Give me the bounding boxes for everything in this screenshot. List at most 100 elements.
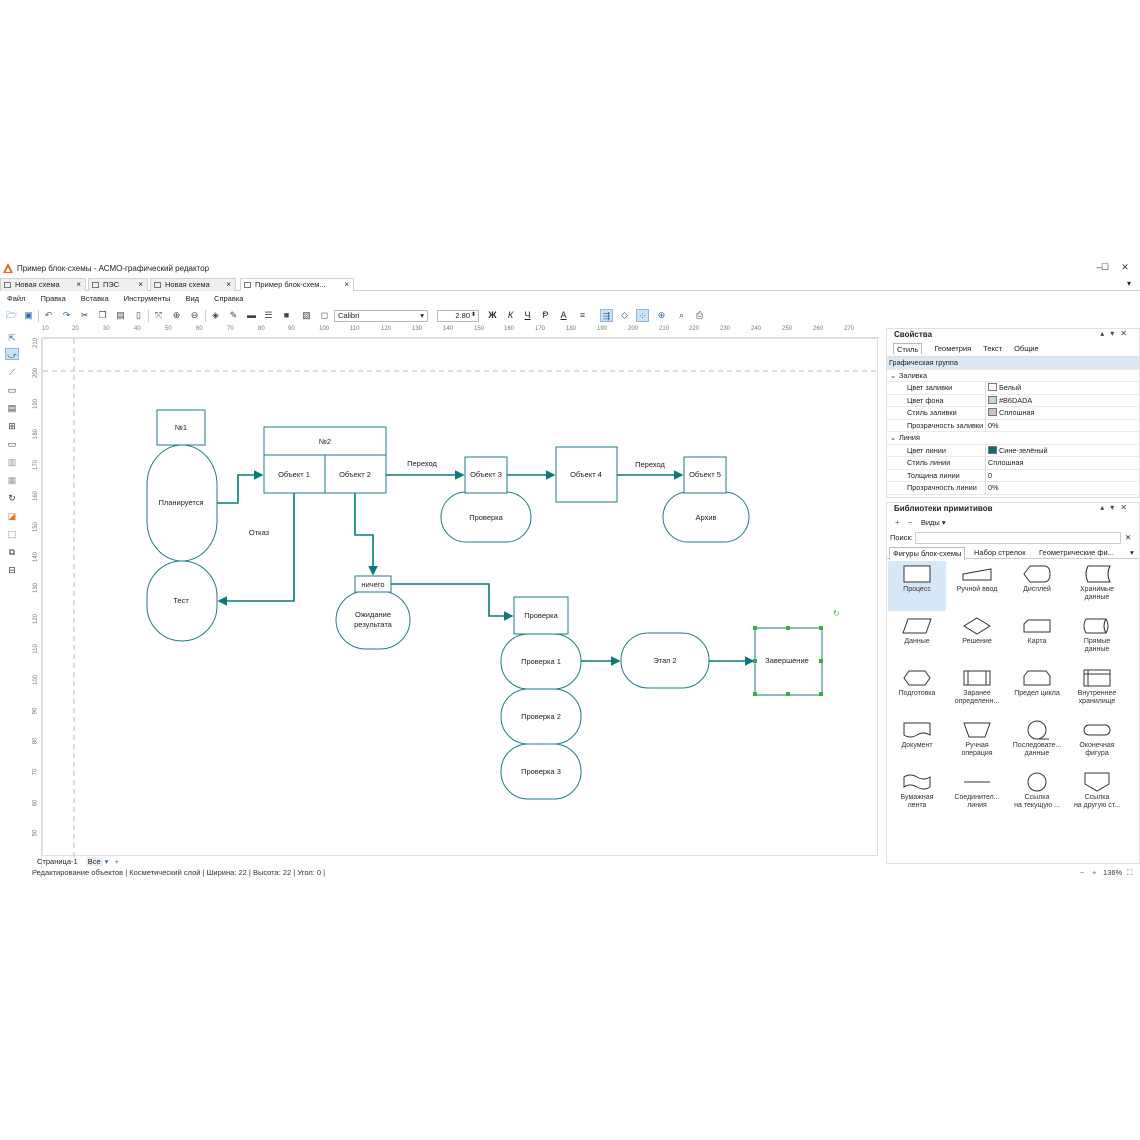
align-tool-icon[interactable]: ⊟ (5, 564, 19, 576)
menu-view[interactable]: Вид (185, 293, 199, 305)
shape-paper-tape[interactable]: Бумажная лента (888, 769, 946, 819)
bold-button[interactable]: Ж (486, 309, 499, 322)
shape-internal-storage[interactable]: Внутреннее хранилище (1068, 665, 1126, 715)
frame-tool-icon[interactable]: ▭ (5, 438, 19, 450)
tab-style[interactable]: Стиль (893, 343, 923, 354)
copy-icon[interactable]: ❐ (96, 309, 109, 322)
chevron-down-icon[interactable]: ▾ (105, 857, 109, 866)
delete-icon[interactable]: ▯ (132, 309, 145, 322)
rotate-handle-icon[interactable]: ↻ (833, 609, 840, 618)
shape-direct-data[interactable]: Прямые данные (1068, 613, 1126, 663)
panel-controls[interactable]: ▴▾✕ (1100, 503, 1133, 512)
close-icon[interactable]: × (226, 279, 231, 291)
prop-row-line-color[interactable]: Цвет линии Сине-зелёный (887, 444, 1139, 457)
strike-button[interactable]: Ᵽ (539, 309, 552, 322)
prop-row-line-width[interactable]: Толщина линии 0 (887, 469, 1139, 482)
close-window-button[interactable]: ✕ (1118, 262, 1132, 273)
tab-geometric[interactable]: Геометрические фи... (1039, 547, 1114, 559)
page-filter[interactable]: Все (85, 857, 103, 866)
rectangle-tool-icon[interactable]: ▭ (5, 384, 19, 396)
zoom-in-button[interactable]: + (1092, 867, 1096, 879)
table-tool-icon[interactable]: ⊞ (5, 420, 19, 432)
prop-row-fill[interactable]: ⌄ Заливка (887, 370, 1139, 382)
font-size-input[interactable]: 2.80 ⬍ (437, 310, 479, 322)
tabs-chevron-down-icon[interactable]: ▾ (1130, 547, 1134, 559)
save-icon[interactable]: ▣ (22, 309, 35, 322)
font-family-select[interactable]: Calibri ▾ (334, 310, 428, 322)
chevron-down-icon[interactable]: ⌄ (890, 432, 896, 445)
add-page-button[interactable]: + (115, 857, 119, 866)
shape-terminator[interactable]: Оконечная фигура (1068, 717, 1126, 767)
remove-library-button[interactable]: − (908, 518, 913, 527)
shape-display[interactable]: Дисплей (1008, 561, 1066, 611)
menu-insert[interactable]: Вставка (81, 293, 109, 305)
shape-on-page-ref[interactable]: Ссылка на текущую ... (1008, 769, 1066, 819)
shadow-icon[interactable]: ■ (280, 309, 293, 322)
fit-page-icon[interactable]: ⤧ (152, 309, 165, 322)
print-icon[interactable]: ⎙ (693, 309, 706, 322)
menu-tools[interactable]: Инструменты (124, 293, 171, 305)
text-box-icon[interactable]: ▧ (300, 309, 313, 322)
search-icon[interactable]: ⌕ (675, 309, 688, 322)
prop-row-line[interactable]: ⌄ Линия (887, 432, 1139, 445)
prop-row-fill-style[interactable]: Стиль заливки Сплошная (887, 407, 1139, 420)
paste-icon[interactable]: ▤ (114, 309, 127, 322)
target-icon[interactable]: ⊕ (655, 309, 668, 322)
drawing-canvas[interactable]: №1 Планируется Тест №2 Объект 1 Объект 2… (42, 338, 879, 857)
shape-decision[interactable]: Решение (948, 613, 1006, 663)
prop-row-line-opacity[interactable]: Прозрачность линии 0% (887, 482, 1139, 495)
tabs-dropdown-icon[interactable]: ▾ (1127, 279, 1131, 288)
tab-text[interactable]: Текст (983, 343, 1002, 354)
shape-loop-limit[interactable]: Предел цикла (1008, 665, 1066, 715)
tab-arrows[interactable]: Набор стрелок (974, 547, 1026, 559)
properties-group-row[interactable]: Графическая группа (887, 357, 1139, 370)
tab-general[interactable]: Общие (1014, 343, 1039, 354)
italic-button[interactable]: К (504, 309, 517, 322)
prop-row-fill-opacity[interactable]: Прозрачность заливки 0% (887, 419, 1139, 432)
edit-nodes-icon[interactable]: ⤻ (5, 348, 19, 360)
shape-preparation[interactable]: Подготовка (888, 665, 946, 715)
spinner-icon[interactable]: ⬍ (471, 310, 476, 320)
menu-help[interactable]: Справка (214, 293, 243, 305)
close-icon[interactable]: × (138, 279, 143, 291)
line-width-icon[interactable]: ▬ (245, 309, 258, 322)
prop-row-fill-color[interactable]: Цвет заливки Белый (887, 382, 1139, 395)
flowchart-diagram[interactable]: №1 Планируется Тест №2 Объект 1 Объект 2… (43, 339, 879, 857)
tab-new-schema-1[interactable]: Новая схема × (0, 278, 86, 291)
shape-stored-data[interactable]: Хранимые данные (1068, 561, 1126, 611)
fill-color-icon[interactable]: ◈ (209, 309, 222, 322)
underline-button[interactable]: Ч (521, 309, 534, 322)
shape-document[interactable]: Документ (888, 717, 946, 767)
shape-card[interactable]: Карта (1008, 613, 1066, 663)
shape-process[interactable]: Процесс (888, 561, 946, 611)
shape-sequential-data[interactable]: Последовате... данные (1008, 717, 1066, 767)
text-color-button[interactable]: A (557, 309, 570, 322)
layers-icon[interactable]: ◇ (618, 309, 631, 322)
shape-off-page-ref[interactable]: Ссылка на другую ст... (1068, 769, 1126, 819)
tab-geometry[interactable]: Геометрия (934, 343, 971, 354)
shape-data[interactable]: Данные (888, 613, 946, 663)
cut-icon[interactable]: ✂ (78, 309, 91, 322)
shape-predefined[interactable]: Заранее определенн... (948, 665, 1006, 715)
shape-connector-line[interactable]: Соединител... линия (948, 769, 1006, 819)
clear-search-icon[interactable]: ✕ (1125, 531, 1131, 545)
zoom-in-icon[interactable]: ⊕ (170, 309, 183, 322)
open-icon[interactable]: 🗁 (5, 309, 18, 322)
group-tool-icon[interactable]: ◪ (5, 510, 19, 522)
close-icon[interactable]: × (344, 279, 349, 291)
search-input[interactable] (915, 532, 1121, 544)
transform-tool-icon[interactable]: ⬚ (5, 528, 19, 540)
prop-row-line-style[interactable]: Стиль линии Сплошная (887, 457, 1139, 470)
undo-icon[interactable]: ↶ (42, 309, 55, 322)
fit-view-icon[interactable]: ⛶ (1127, 867, 1132, 879)
font-icon[interactable]: ◻ (318, 309, 331, 322)
prop-row-bg-color[interactable]: Цвет фона #B6DADA (887, 394, 1139, 407)
image-tool-icon[interactable]: ▥ (5, 456, 19, 468)
page-tab[interactable]: Страница-1 (37, 857, 78, 866)
snap-objects-icon[interactable]: ⁘ (636, 309, 649, 322)
menu-edit[interactable]: Правка (40, 293, 65, 305)
snap-grid-icon[interactable]: ⇶ (600, 309, 613, 322)
arrange-tool-icon[interactable]: ⧉ (5, 546, 19, 558)
views-dropdown[interactable]: Виды ▾ (921, 518, 946, 527)
text-tool-icon[interactable]: ▤ (5, 402, 19, 414)
